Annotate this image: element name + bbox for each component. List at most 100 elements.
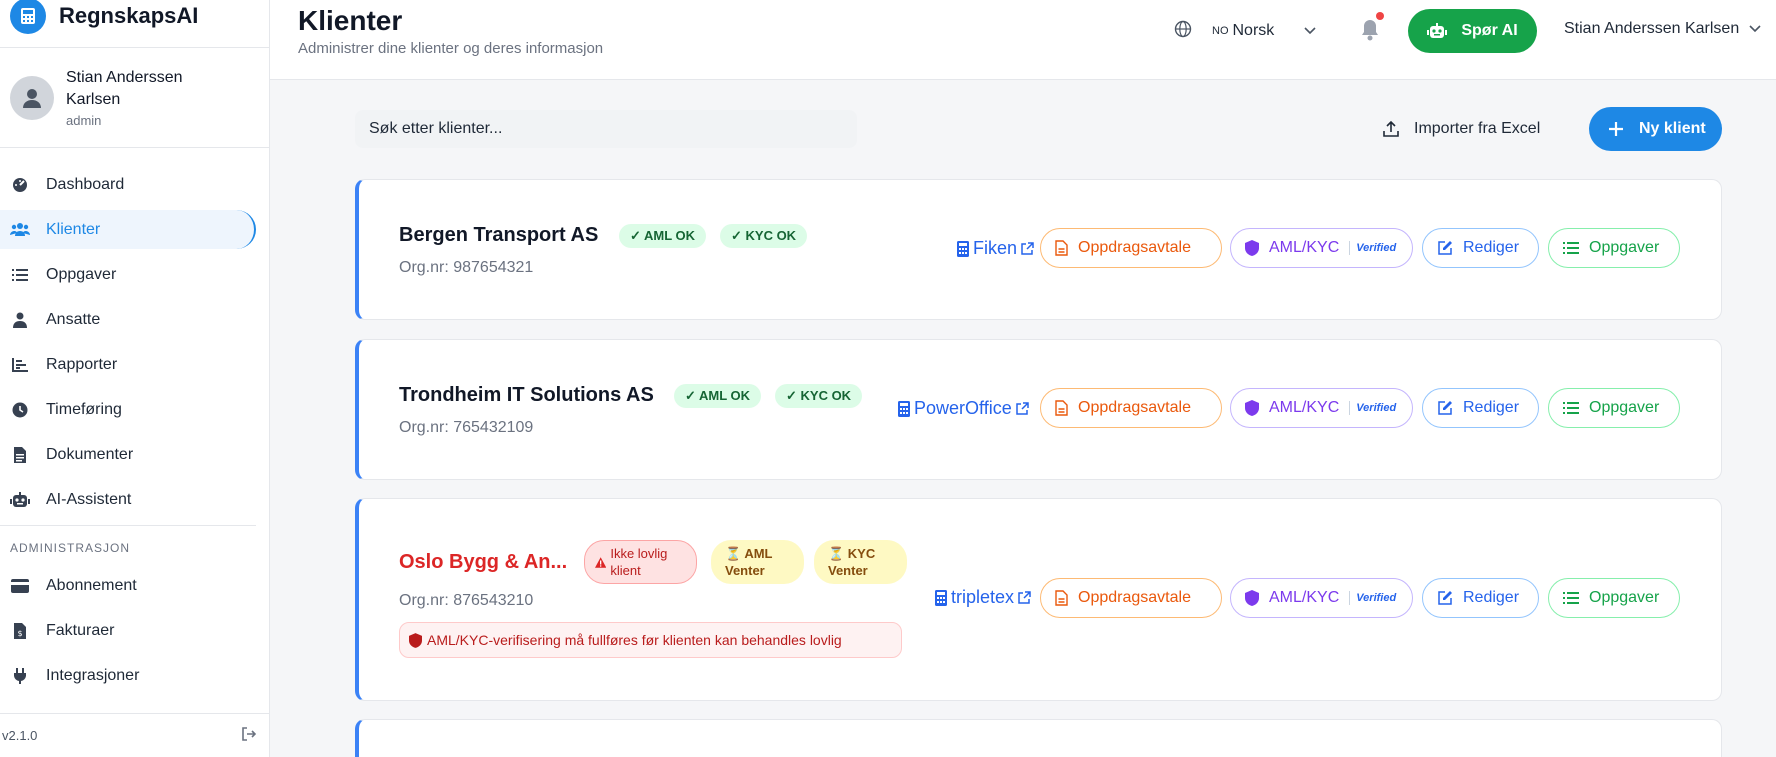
tasks-button[interactable]: Oppgaver (1548, 228, 1680, 268)
sidebar-item-label: Dokumenter (46, 445, 134, 463)
user-profile[interactable]: Stian Anderssen Karlsen admin (0, 48, 269, 148)
invoice-icon: $ (10, 621, 30, 641)
sidebar-item-oppgaver[interactable]: Oppgaver (0, 255, 256, 294)
client-name[interactable]: Oslo Bygg & An... (399, 551, 567, 574)
task-list-icon (1563, 402, 1579, 414)
sidebar-item-label: AI-Assistent (46, 490, 132, 508)
sidebar-item-abonnement[interactable]: Abonnement (0, 566, 256, 605)
external-link-icon (1015, 402, 1029, 415)
aml-kyc-label: AML/KYC (1269, 589, 1340, 606)
ask-ai-button[interactable]: Spør AI (1408, 9, 1537, 53)
agreement-button[interactable]: Oppdragsavtale (1040, 388, 1222, 428)
plus-icon (1609, 122, 1623, 136)
users-icon (10, 220, 30, 240)
bell-icon (1362, 20, 1378, 41)
integration-link[interactable]: tripletex (931, 587, 1035, 608)
chart-icon (10, 355, 30, 375)
tasks-button[interactable]: Oppgaver (1548, 578, 1680, 618)
app-version: v2.1.0 (2, 728, 38, 743)
sidebar-item-ansatte[interactable]: Ansatte (0, 300, 256, 339)
edit-button[interactable]: Rediger (1422, 388, 1539, 428)
section-heading-admin: ADMINISTRASJON (10, 541, 131, 555)
task-list-icon (1563, 242, 1579, 254)
edit-icon (1438, 241, 1452, 255)
external-link-icon (1021, 242, 1034, 255)
client-name[interactable]: Trondheim IT Solutions AS (399, 384, 654, 407)
kyc-status-badge: ✓ KYC OK (775, 384, 863, 408)
import-excel-button[interactable]: Importer fra Excel (1370, 108, 1570, 150)
client-name[interactable]: Bergen Transport AS (399, 224, 598, 247)
shield-icon (1245, 590, 1259, 606)
aml-status-badge: ✓ AML OK (619, 224, 707, 248)
aml-status-badge: ✓ AML OK (674, 384, 762, 408)
brand[interactable]: RegnskapsAI (0, 0, 269, 48)
search-input[interactable] (355, 110, 857, 148)
agreement-button[interactable]: Oppdragsavtale (1040, 228, 1222, 268)
sidebar-item-integrasjoner[interactable]: Integrasjoner (0, 656, 256, 695)
sidebar-item-label: Ansatte (46, 310, 101, 328)
agreement-label: Oppdragsavtale (1078, 239, 1191, 256)
chevron-down-icon (1304, 22, 1316, 40)
sidebar-item-fakturaer[interactable]: $ Fakturaer (0, 611, 256, 650)
sidebar-item-label: Oppgaver (46, 265, 117, 283)
client-card[interactable] (355, 719, 1722, 757)
org-number: Org.nr: 765432109 (399, 419, 534, 436)
aml-kyc-button[interactable]: AML/KYC Verified (1230, 578, 1413, 618)
client-card[interactable]: Oslo Bygg & An... Ikke lovlig klient ⏳ A… (355, 498, 1722, 701)
calculator-icon (898, 400, 910, 417)
sidebar-item-dokumenter[interactable]: Dokumenter (0, 435, 256, 474)
task-list-icon (10, 265, 30, 285)
tasks-label: Oppgaver (1589, 589, 1660, 606)
document-icon (1055, 590, 1068, 606)
new-client-button[interactable]: Ny klient (1589, 107, 1722, 151)
user-menu[interactable]: Stian Anderssen Karlsen (1564, 20, 1761, 38)
edit-button[interactable]: Rediger (1422, 228, 1539, 268)
tasks-button[interactable]: Oppgaver (1548, 388, 1680, 428)
notifications-bell[interactable] (1360, 12, 1384, 44)
aml-kyc-label: AML/KYC (1269, 399, 1340, 416)
ask-ai-label: Spør AI (1461, 22, 1518, 39)
calculator-icon (957, 240, 969, 257)
credit-card-icon (10, 576, 30, 596)
tasks-label: Oppgaver (1589, 399, 1660, 416)
client-card[interactable]: Bergen Transport AS ✓ AML OK ✓ KYC OK Or… (355, 179, 1722, 320)
verified-logo: Verified (1349, 591, 1396, 605)
notification-dot (1376, 12, 1384, 20)
sidebar: RegnskapsAI Stian Anderssen Karlsen admi… (0, 0, 270, 757)
agreement-button[interactable]: Oppdragsavtale (1040, 578, 1222, 618)
aml-kyc-button[interactable]: AML/KYC Verified (1230, 228, 1413, 268)
page-title: Klienter (298, 5, 403, 36)
tasks-label: Oppgaver (1589, 239, 1660, 256)
chevron-down-icon (1749, 25, 1761, 33)
integration-name: tripletex (951, 587, 1015, 607)
logout-icon[interactable] (242, 727, 257, 744)
integration-link[interactable]: PowerOffice (894, 398, 1033, 419)
edit-label: Rediger (1463, 399, 1520, 416)
sidebar-item-dashboard[interactable]: Dashboard (0, 165, 256, 204)
top-header: Klienter Administrer dine klienter og de… (270, 0, 1776, 80)
profile-name: Stian Anderssen Karlsen (66, 69, 183, 108)
aml-kyc-label: AML/KYC (1269, 239, 1340, 256)
avatar (10, 75, 54, 120)
integration-link[interactable]: Fiken (953, 238, 1038, 259)
sidebar-item-rapporter[interactable]: Rapporter (0, 345, 256, 384)
sidebar-item-klienter[interactable]: Klienter (0, 210, 256, 249)
aml-kyc-button[interactable]: AML/KYC Verified (1230, 388, 1413, 428)
edit-button[interactable]: Rediger (1422, 578, 1539, 618)
sidebar-footer: v2.1.0 (0, 713, 270, 757)
compliance-warning: AML/KYC-verifisering må fullføres før kl… (399, 622, 902, 658)
sidebar-item-ai-assistent[interactable]: AI-Assistent (0, 480, 256, 519)
org-number: Org.nr: 987654321 (399, 259, 534, 276)
import-label: Importer fra Excel (1414, 120, 1541, 137)
globe-icon (1174, 20, 1192, 43)
verified-logo: Verified (1349, 241, 1396, 255)
client-card[interactable]: Trondheim IT Solutions AS ✓ AML OK ✓ KYC… (355, 339, 1722, 480)
sidebar-item-timeforing[interactable]: Timeføring (0, 390, 256, 429)
illegal-client-label: Ikke lovlig klient (610, 546, 668, 578)
sidebar-item-label: Fakturaer (46, 621, 115, 639)
edit-icon (1438, 401, 1452, 415)
language-selector[interactable]: NO Norsk (1174, 20, 1316, 42)
illegal-client-badge: Ikke lovlig klient (584, 540, 697, 584)
svg-text:$: $ (17, 629, 22, 638)
clock-icon (10, 400, 30, 420)
